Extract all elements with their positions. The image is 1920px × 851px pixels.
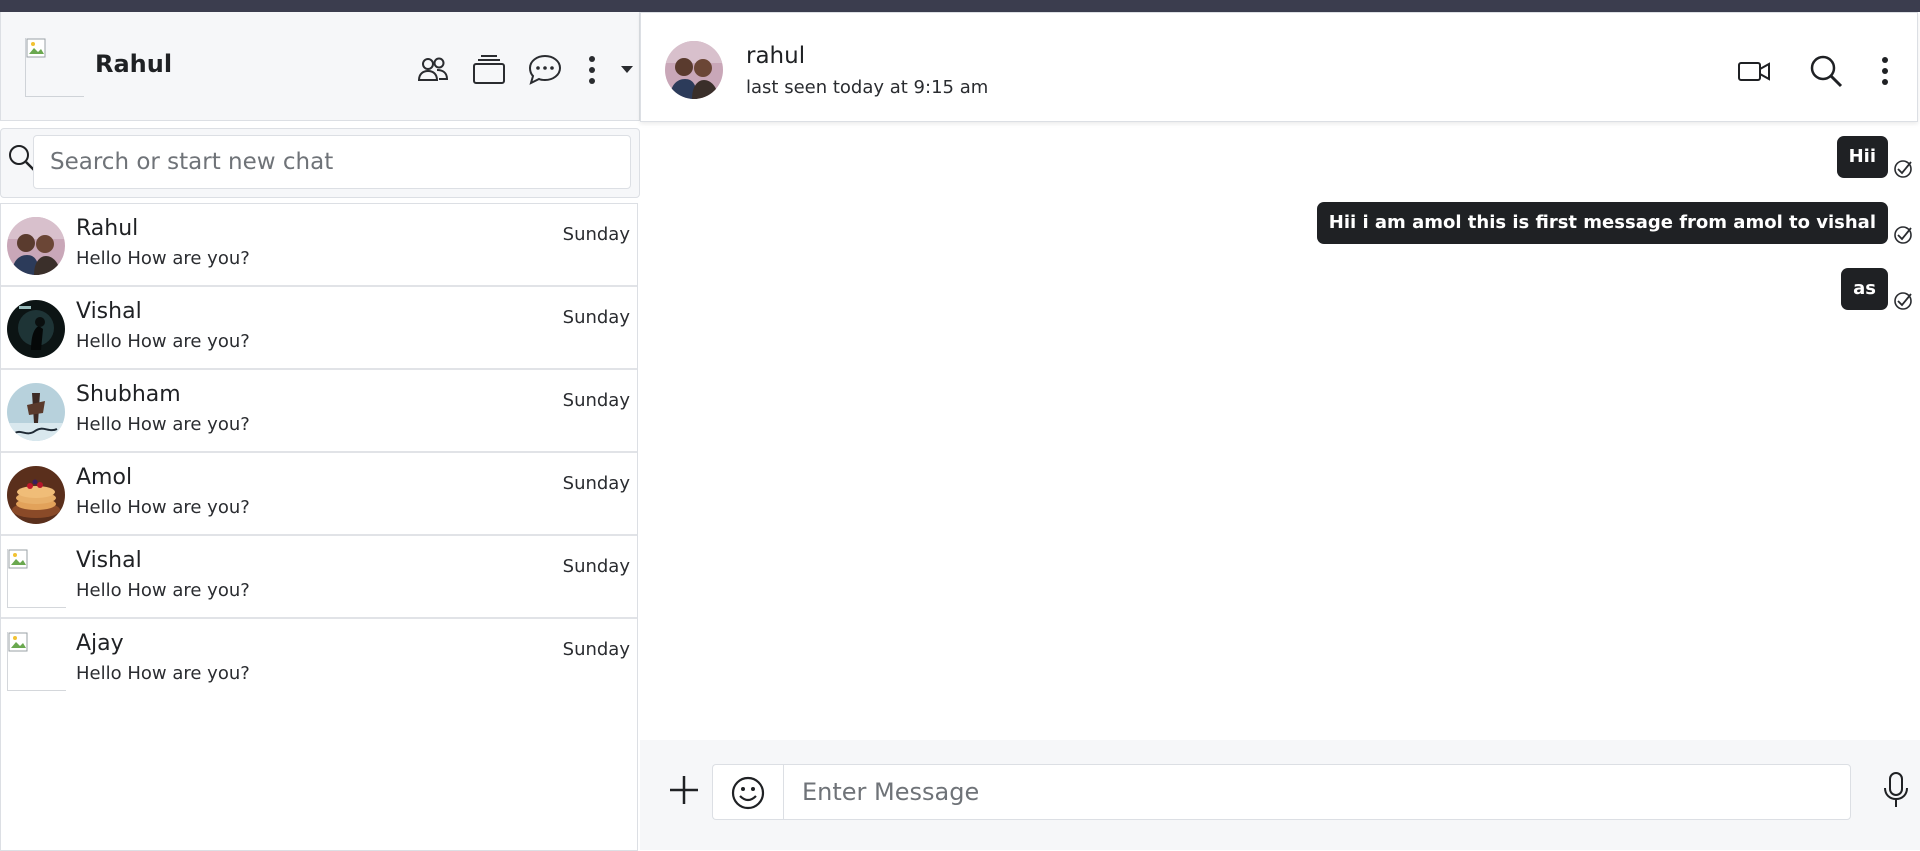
last-seen-status: last seen today at 9:15 am [746, 77, 989, 98]
contact-name: Amol [76, 465, 133, 490]
contact-name: Ajay [76, 631, 124, 656]
people-icon[interactable] [415, 52, 451, 88]
video-call-icon[interactable] [1736, 53, 1772, 89]
contact-name: Vishal [76, 299, 142, 324]
message-input[interactable] [783, 764, 1851, 820]
conversation-avatar[interactable] [665, 41, 723, 99]
last-message: Hello How are you? [76, 580, 250, 601]
chat-list: Rahul Hello How are you? Sunday Vishal H… [0, 203, 638, 851]
contact-avatar [7, 217, 65, 275]
window-top-bar [0, 0, 1920, 12]
left-header: Rahul [0, 12, 640, 121]
chat-time: Sunday [562, 224, 630, 245]
caret-down-icon[interactable] [619, 52, 635, 88]
last-message: Hello How are you? [76, 248, 250, 269]
contact-avatar [7, 383, 65, 441]
chat-time: Sunday [562, 556, 630, 577]
last-message: Hello How are you? [76, 414, 250, 435]
outgoing-message: Hii i am amol this is first message from… [1316, 202, 1912, 244]
my-name: Rahul [95, 50, 173, 78]
contact-name: Shubham [76, 382, 181, 407]
sent-check-icon [1894, 160, 1912, 178]
last-message: Hello How are you? [76, 331, 250, 352]
chat-list-item[interactable]: Rahul Hello How are you? Sunday [1, 204, 637, 287]
message-bubble[interactable]: Hii [1836, 136, 1888, 178]
contact-name: Vishal [76, 548, 142, 573]
more-vertical-icon[interactable] [581, 52, 603, 88]
sent-check-icon [1894, 226, 1912, 244]
left-panel: Rahul Search or start new chat Rahul Hel… [0, 12, 640, 851]
contact-avatar [7, 466, 65, 524]
contact-avatar [7, 632, 66, 691]
chat-bubble-icon[interactable] [527, 52, 563, 88]
message-bubble[interactable]: Hii i am amol this is first message from… [1316, 202, 1888, 244]
outgoing-message: as [1841, 268, 1912, 310]
chat-list-item[interactable]: Vishal Hello How are you? Sunday [1, 536, 637, 619]
broken-image-icon [26, 38, 46, 58]
plus-icon[interactable] [666, 772, 702, 808]
outgoing-message: Hii [1836, 136, 1912, 178]
search-bar [0, 128, 640, 198]
chat-time: Sunday [562, 473, 630, 494]
emoji-button[interactable] [712, 764, 784, 820]
conversation-name: rahul [746, 43, 806, 69]
more-vertical-icon[interactable] [1875, 53, 1895, 89]
chat-list-item[interactable]: Shubham Hello How are you? Sunday [1, 370, 637, 453]
conversation-header: rahul last seen today at 9:15 am [640, 12, 1918, 122]
chat-list-item[interactable]: Ajay Hello How are you? Sunday [1, 619, 637, 700]
mic-icon[interactable] [1878, 770, 1914, 810]
emoji-icon [731, 776, 765, 810]
message-composer [640, 740, 1920, 850]
chat-time: Sunday [562, 307, 630, 328]
broken-image-icon [8, 632, 28, 652]
contact-avatar [7, 549, 66, 608]
sent-check-icon [1894, 292, 1912, 310]
search-icon[interactable] [1808, 53, 1844, 89]
contact-avatar [7, 300, 65, 358]
chat-list-item[interactable]: Vishal Hello How are you? Sunday [1, 287, 637, 370]
search-input[interactable] [33, 135, 631, 189]
chat-time: Sunday [562, 639, 630, 660]
message-bubble[interactable]: as [1841, 268, 1888, 310]
last-message: Hello How are you? [76, 663, 250, 684]
contact-name: Rahul [76, 216, 139, 241]
chat-time: Sunday [562, 390, 630, 411]
my-avatar[interactable] [25, 38, 84, 97]
stack-icon[interactable] [471, 52, 507, 88]
chat-list-item[interactable]: Amol Hello How are you? Sunday [1, 453, 637, 536]
last-message: Hello How are you? [76, 497, 250, 518]
message-area: Hii Hii i am amol this is first message … [640, 130, 1920, 740]
broken-image-icon [8, 549, 28, 569]
